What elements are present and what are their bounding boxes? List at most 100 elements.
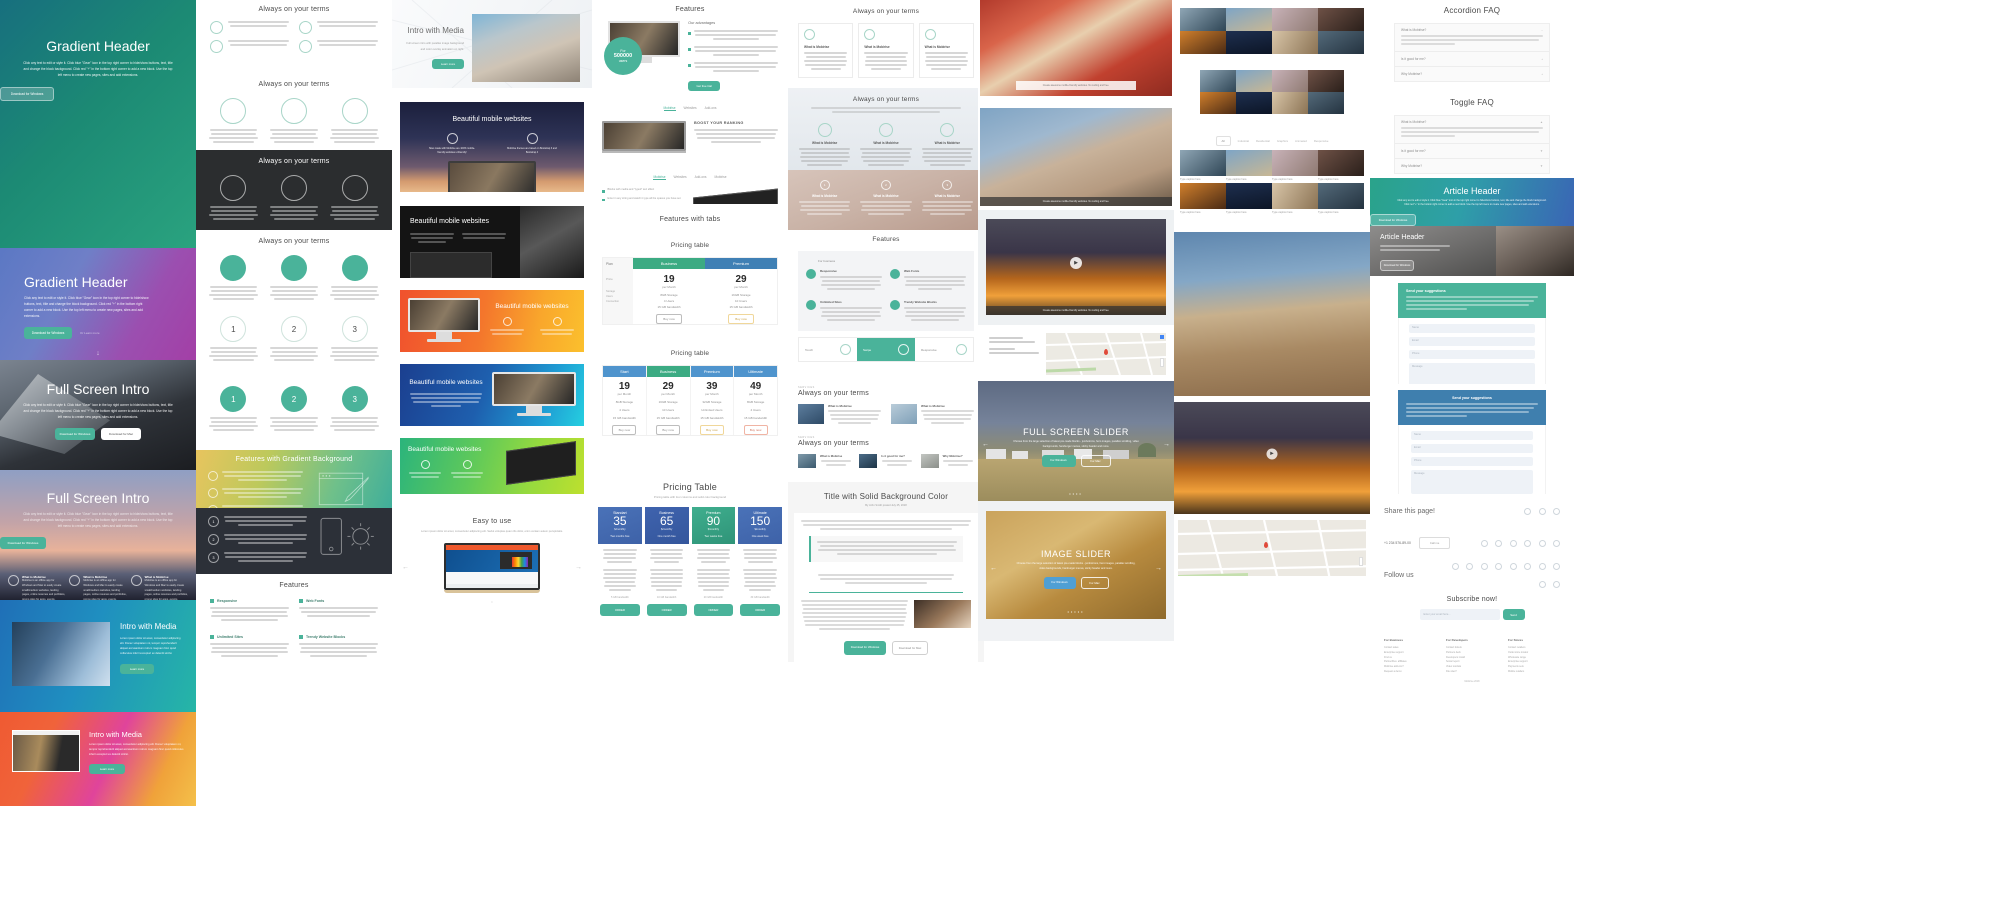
block-pricing-table-2col[interactable]: Pricing table Plan Price Storage Users C… — [592, 238, 788, 346]
block-mobile-green[interactable]: Beautiful mobile websites — [400, 438, 584, 494]
download-windows-button[interactable]: Download for Windows — [1380, 260, 1414, 271]
gallery-tile[interactable] — [1308, 92, 1344, 114]
scroll-down-icon[interactable]: ↓ — [0, 350, 196, 357]
vimeo-icon[interactable] — [1539, 581, 1546, 588]
filter-all[interactable]: All — [1216, 136, 1231, 146]
block-mobile-orange[interactable]: Beautiful mobile websites — [400, 290, 584, 352]
gallery-filter-bar[interactable]: All Industrial Residential Graphics Anim… — [1174, 132, 1370, 150]
block-image-slider[interactable]: IMAGE SLIDER Choose from the large selec… — [978, 501, 1174, 641]
slider-canvas[interactable]: FULL SCREEN SLIDER Choose from the large… — [978, 381, 1174, 501]
slider-next-arrow[interactable]: → — [1155, 565, 1162, 572]
block-terms-3col-numbers-outline[interactable]: 1 2 3 — [196, 308, 392, 380]
block-terms-cards-3col[interactable]: Always on your terms What is Mobirise Wh… — [788, 0, 984, 88]
tab-addons-2[interactable]: Add-ons — [695, 175, 707, 180]
order-button[interactable]: ORDER — [694, 604, 734, 616]
footer-link[interactable]: Mobile retailers — [1508, 670, 1560, 675]
message-field[interactable]: Message — [1409, 363, 1535, 384]
block-terms-3col-dark[interactable]: Always on your terms — [196, 150, 392, 230]
block-full-screen-intro-sunset[interactable]: Full Screen Intro Click any text to edit… — [0, 470, 196, 600]
feature-card[interactable]: What is Mobirise — [919, 23, 974, 78]
name-field[interactable]: Name — [1411, 431, 1533, 440]
filter-industrial[interactable]: Industrial — [1238, 139, 1249, 143]
order-button[interactable]: ORDER — [647, 604, 687, 616]
gallery-tile[interactable] — [1272, 150, 1318, 176]
block-accordion-faq[interactable]: Accordion FAQ What is Mobirise?− Is it g… — [1370, 0, 1574, 92]
instagram-icon[interactable] — [1553, 581, 1560, 588]
slider-canvas[interactable]: IMAGE SLIDER Choose from the large selec… — [986, 511, 1166, 619]
block-footer-columns[interactable]: For Business Contact sales Enterprise su… — [1370, 632, 1574, 692]
tab-websites-2[interactable]: Websites — [674, 175, 687, 180]
gallery-tile[interactable] — [1180, 31, 1226, 54]
block-terms-parallax-3col[interactable]: Always on your terms What is Mobirise Wh… — [788, 88, 984, 170]
slider-next-arrow[interactable]: → — [1163, 441, 1170, 448]
play-icon[interactable]: ▶ — [1267, 448, 1278, 459]
download-windows-button[interactable]: Download for Windows — [0, 87, 54, 101]
block-intro-with-media-light[interactable]: Intro with Media Full screen intro with … — [392, 0, 592, 88]
block-terms-3col-filled-icons[interactable]: Always on your terms — [196, 230, 392, 308]
block-subscribe[interactable]: Subscribe now! Enter your email here... … — [1370, 592, 1574, 632]
toggle-item[interactable]: Why Mobirise?▼ — [1395, 159, 1549, 173]
gallery-grid[interactable] — [1200, 70, 1344, 114]
linkedin-icon[interactable] — [1553, 563, 1560, 570]
block-features-advantages[interactable]: Features For 500000 users Our advantages — [592, 0, 788, 104]
block-gallery-filter[interactable]: Type caption here Type caption here Type… — [1174, 150, 1370, 228]
switcher-item-swipe[interactable]: Swipe — [857, 338, 915, 361]
linkedin-icon[interactable] — [1553, 540, 1560, 547]
block-video-block-city[interactable]: ▶ — [1174, 398, 1370, 516]
for-mac-button[interactable]: For Mac — [1081, 577, 1109, 589]
feature-card[interactable]: What is Mobirise — [858, 23, 913, 78]
block-video-block[interactable]: ▶ Create awesome mobile-friendly website… — [978, 210, 1174, 325]
pinterest-icon[interactable] — [1452, 563, 1459, 570]
gallery-tile[interactable] — [1308, 70, 1344, 92]
gallery-tile[interactable] — [1318, 31, 1364, 54]
learn-more-button[interactable]: Learn more — [120, 664, 154, 674]
gallery-tile[interactable] — [1272, 70, 1308, 92]
tab-mobirise[interactable]: Mobirise — [664, 106, 676, 111]
email-field[interactable]: Email — [1411, 444, 1533, 453]
send-button[interactable]: Send — [1503, 609, 1525, 620]
block-intro-with-media-sunset[interactable]: Intro with Media Lorem ipsum dolor sit a… — [0, 712, 196, 806]
learn-more-link[interactable]: Or Learn more — [80, 331, 100, 335]
behance-icon[interactable] — [1510, 563, 1517, 570]
gallery-tile[interactable] — [1200, 92, 1236, 114]
gallery-tile[interactable] — [1272, 31, 1318, 54]
block-features-gradient-background[interactable]: Features with Gradient Background — [196, 450, 392, 508]
block-image-block-caption-dark[interactable]: Create awesome mobile-friendly websites.… — [978, 100, 1174, 210]
block-features-checklist[interactable]: Features Responsive Web Fonts Unlimited … — [196, 574, 392, 684]
for-windows-button[interactable]: For Windows — [1044, 577, 1076, 589]
accordion-item[interactable]: Is it good for me?+ — [1395, 52, 1549, 67]
block-toggle-faq[interactable]: Toggle FAQ What is Mobirise?▲ Is it good… — [1370, 92, 1574, 178]
block-form-green[interactable]: Send your suggestions Name Email Phone M… — [1370, 276, 1574, 384]
map-fullscreen-icon[interactable] — [1160, 335, 1164, 339]
gallery-tile[interactable] — [1236, 70, 1272, 92]
block-pricing-table-4col[interactable]: Pricing table Start 19 per Month 8GB Sto… — [592, 346, 788, 456]
gallery-tile[interactable] — [1226, 183, 1272, 209]
gallery-tile[interactable] — [1226, 150, 1272, 176]
block-gradient-header-left[interactable]: Gradient Header Click any text to edit o… — [0, 248, 196, 360]
filter-graphics[interactable]: Graphics — [1277, 139, 1288, 143]
block-features-dark-numbered[interactable]: 1 2 3 — [196, 508, 392, 574]
buy-now-button[interactable]: Buy now — [656, 425, 680, 435]
gallery-tile[interactable] — [1236, 92, 1272, 114]
accordion[interactable]: What is Mobirise?− Is it good for me?+ W… — [1394, 23, 1550, 82]
accordion-item-open[interactable]: What is Mobirise?− — [1395, 24, 1549, 52]
download-windows-button[interactable]: Download for Windows — [24, 327, 72, 339]
order-button[interactable]: ORDER — [740, 604, 780, 616]
pricing-card[interactable]: Premium 90 $/monthly Two weeks free 20 G… — [692, 507, 736, 616]
block-follow-us[interactable]: Follow us — [1370, 558, 1574, 592]
block-pricing-table-solid[interactable]: Pricing Table Pricing table with four co… — [592, 476, 788, 636]
block-full-screen-intro-dark[interactable]: Full Screen Intro Click any text to edit… — [0, 360, 196, 470]
block-article-header-image[interactable]: Article Header Download for Windows — [1370, 226, 1574, 276]
block-image-block-large[interactable] — [1174, 228, 1370, 398]
switcher-item-touch[interactable]: Touch — [799, 338, 857, 361]
toggle-item[interactable]: Is it good for me?▼ — [1395, 144, 1549, 159]
gallery-tile[interactable] — [1226, 31, 1272, 54]
email-input[interactable]: Enter your email here... — [1420, 609, 1500, 620]
toggle-item-open[interactable]: What is Mobirise?▲ — [1395, 116, 1549, 144]
gallery-tile[interactable] — [1180, 8, 1226, 31]
googleplus-icon[interactable] — [1553, 508, 1560, 515]
slider-prev-arrow[interactable]: ← — [402, 564, 409, 571]
gallery-tile[interactable] — [1318, 183, 1364, 209]
accordion-item[interactable]: Why Mobirise?+ — [1395, 67, 1549, 81]
facebook-icon[interactable] — [1466, 563, 1473, 570]
